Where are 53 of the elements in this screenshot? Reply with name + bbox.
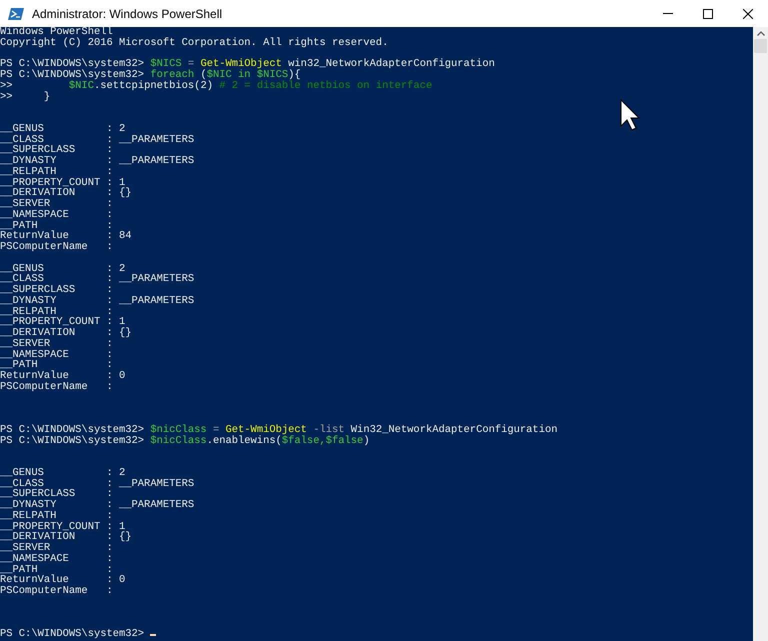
console-line: ReturnValue : 84 <box>0 231 132 242</box>
console-line: __SERVER : <box>0 199 113 210</box>
prompt-line: PS C:\WINDOWS\system32> <box>0 629 156 640</box>
console-line: __DYNASTY : __PARAMETERS <box>0 500 194 511</box>
console-line: __DERIVATION : {} <box>0 188 132 199</box>
console-line: __GENUS : 2 <box>0 468 126 478</box>
console-line: __PROPERTY_COUNT : 1 <box>0 317 126 328</box>
console-line: PSComputerName : <box>0 242 113 253</box>
maximize-icon <box>703 8 713 18</box>
console-line: __SERVER : <box>0 338 113 350</box>
console-line: ReturnValue : 0 <box>0 371 126 382</box>
console-line: PSComputerName : <box>0 382 113 392</box>
console-line: __NAMESPACE : <box>0 210 113 220</box>
console-line: __GENUS : 2 <box>0 124 126 134</box>
console-line: __PROPERTY_COUNT : 1 <box>0 522 126 532</box>
window-title: Administrator: Windows PowerShell <box>32 6 222 22</box>
close-icon <box>743 8 753 18</box>
console-line: __RELPATH : <box>0 166 113 178</box>
console-line: __DERIVATION : {} <box>0 328 132 339</box>
minimize-icon <box>663 13 673 14</box>
console-line: __GENUS : 2 <box>0 264 126 274</box>
console-line: >> } <box>0 92 50 102</box>
console-line: __SERVER : <box>0 543 113 554</box>
console-line: ReturnValue : 0 <box>0 575 126 586</box>
console-line: __DYNASTY : __PARAMETERS <box>0 156 194 167</box>
console-line: __NAMESPACE : <box>0 350 113 360</box>
console-line: __SUPERCLASS : <box>0 489 113 500</box>
console-line: PS C:\WINDOWS\system32> foreach ($NIC in $NICS){ <box>0 70 301 81</box>
console-line: __DERIVATION : {} <box>0 532 132 543</box>
scroll-up-icon[interactable] <box>756 31 764 36</box>
console-line: __RELPATH : <box>0 306 113 318</box>
console-line: Copyright (C) 2016 Microsoft Corporation. All rights reserved. <box>0 38 388 48</box>
console-line: __CLASS : __PARAMETERS <box>0 478 194 490</box>
scrollbar-thumb[interactable] <box>754 39 767 53</box>
powershell-icon <box>8 8 24 20</box>
console-line: __PATH : <box>0 360 113 371</box>
console-line: __SUPERCLASS : <box>0 285 113 296</box>
console-line: __PROPERTY_COUNT : 1 <box>0 178 126 188</box>
console-line: >> $NIC.settcpipnetbios(2) # 2 = disable netbios on interface <box>0 80 432 92</box>
console-line: __CLASS : __PARAMETERS <box>0 274 194 285</box>
console-line: __NAMESPACE : <box>0 554 113 564</box>
mouse-pointer-icon <box>620 99 640 131</box>
console-line: PS C:\WINDOWS\system32> $nicClass = Get-WmiObject -list Win32_NetworkAdapterConfiguration <box>0 424 558 436</box>
text-cursor <box>150 634 156 636</box>
console-line: __RELPATH : <box>0 510 113 522</box>
console-line: PSComputerName : <box>0 586 113 597</box>
console-line: __DYNASTY : __PARAMETERS <box>0 296 194 306</box>
console-line: PS C:\WINDOWS\system32> $NICS = Get-WmiObject win32_NetworkAdapterConfiguration <box>0 59 495 70</box>
console-line: __PATH : <box>0 220 113 232</box>
console-line: PS C:\WINDOWS\system32> $nicClass.enablewins($false,$false) <box>0 436 370 446</box>
console-line: __PATH : <box>0 564 113 576</box>
console-line: __SUPERCLASS : <box>0 145 113 156</box>
console-line: __CLASS : __PARAMETERS <box>0 134 194 146</box>
